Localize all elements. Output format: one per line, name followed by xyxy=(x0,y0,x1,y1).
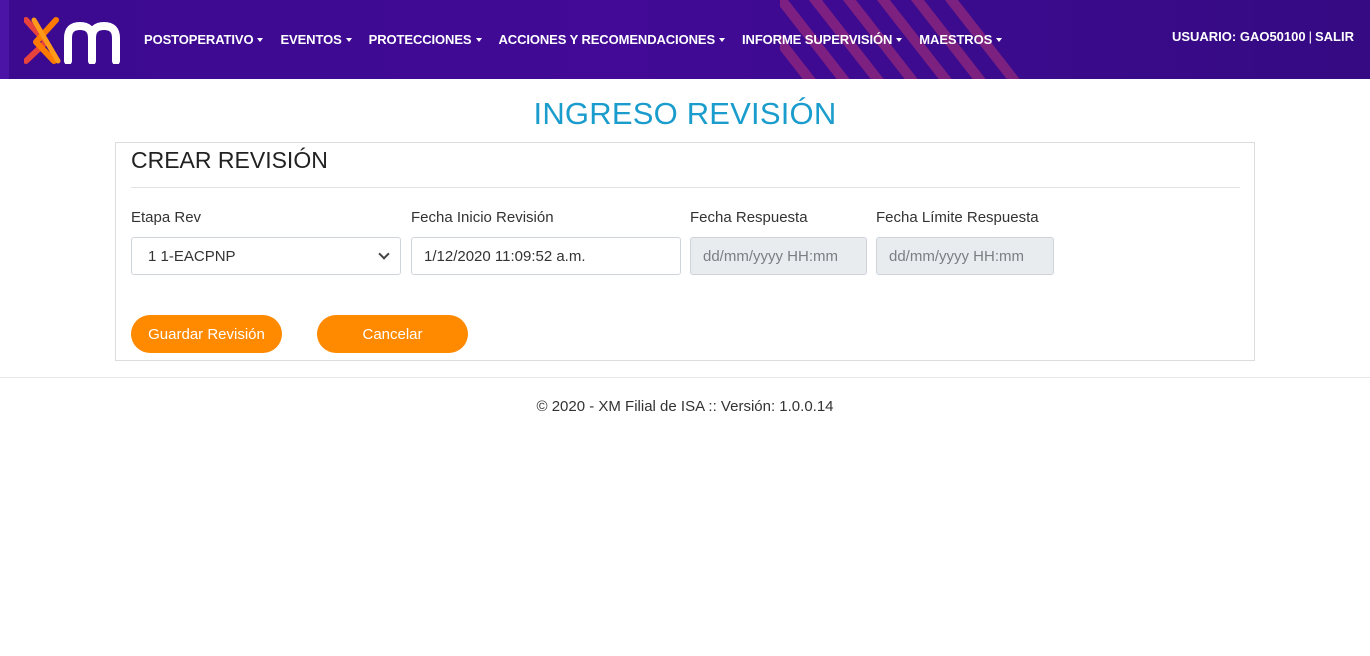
card-title: CREAR REVISIÓN xyxy=(131,147,328,173)
menu-label: MAESTROS xyxy=(919,32,993,47)
navbar-accent-strip xyxy=(0,0,9,79)
xm-logo-icon xyxy=(23,17,120,65)
fecha-inicio-input[interactable] xyxy=(411,237,681,275)
caret-down-icon xyxy=(996,37,1003,42)
menu-label: POSTOPERATIVO xyxy=(144,32,254,47)
save-revision-button[interactable]: Guardar Revisión xyxy=(131,315,282,353)
fecha-inicio-label: Fecha Inicio Revisión xyxy=(411,209,554,226)
fecha-limite-input[interactable] xyxy=(876,237,1054,275)
logout-link[interactable]: SALIR xyxy=(1315,29,1354,44)
menu-postoperativo[interactable]: POSTOPERATIVO xyxy=(144,32,264,47)
caret-down-icon xyxy=(475,37,482,42)
footer-divider xyxy=(0,377,1370,378)
main-menu: POSTOPERATIVO EVENTOS PROTECCIONES ACCIO… xyxy=(144,0,1019,79)
etapa-rev-select[interactable]: 1 1-EACPNP xyxy=(131,237,401,275)
caret-down-icon xyxy=(896,37,903,42)
user-separator: | xyxy=(1308,29,1312,44)
menu-protecciones[interactable]: PROTECCIONES xyxy=(369,32,482,47)
menu-informe-supervision[interactable]: INFORME SUPERVISIÓN xyxy=(742,32,903,47)
menu-label: PROTECCIONES xyxy=(368,32,472,47)
menu-label: INFORME SUPERVISIÓN xyxy=(742,32,893,47)
fecha-respuesta-label: Fecha Respuesta xyxy=(690,209,808,226)
menu-eventos[interactable]: EVENTOS xyxy=(280,32,352,47)
caret-down-icon xyxy=(257,37,264,42)
user-label: USUARIO: GAO50100 xyxy=(1171,29,1306,44)
etapa-rev-label: Etapa Rev xyxy=(131,209,202,226)
fecha-limite-label: Fecha Límite Respuesta xyxy=(876,209,1039,226)
caret-down-icon xyxy=(719,37,726,42)
xm-logo[interactable] xyxy=(23,14,130,65)
footer-copyright: © 2020 - XM Filial de ISA :: Versión: 1.… xyxy=(536,398,834,415)
menu-label: ACCIONES Y RECOMENDACIONES xyxy=(498,32,716,47)
user-area: USUARIO: GAO50100 | SALIR xyxy=(1172,29,1354,44)
cancel-button[interactable]: Cancelar xyxy=(317,315,468,353)
page-title: INGRESO REVISIÓN xyxy=(533,96,837,131)
top-navbar: POSTOPERATIVO EVENTOS PROTECCIONES ACCIO… xyxy=(0,0,1370,79)
menu-label: EVENTOS xyxy=(280,32,342,47)
menu-acciones-recomendaciones[interactable]: ACCIONES Y RECOMENDACIONES xyxy=(499,32,726,47)
chevron-down-icon xyxy=(378,248,390,260)
etapa-rev-selected: 1 1-EACPNP xyxy=(148,247,236,265)
create-revision-card: CREAR REVISIÓN Etapa Rev 1 1-EACPNP Fech… xyxy=(115,142,1255,361)
menu-maestros[interactable]: MAESTROS xyxy=(919,32,1003,47)
fecha-respuesta-input[interactable] xyxy=(690,237,867,275)
card-divider xyxy=(131,187,1240,188)
caret-down-icon xyxy=(345,37,352,42)
